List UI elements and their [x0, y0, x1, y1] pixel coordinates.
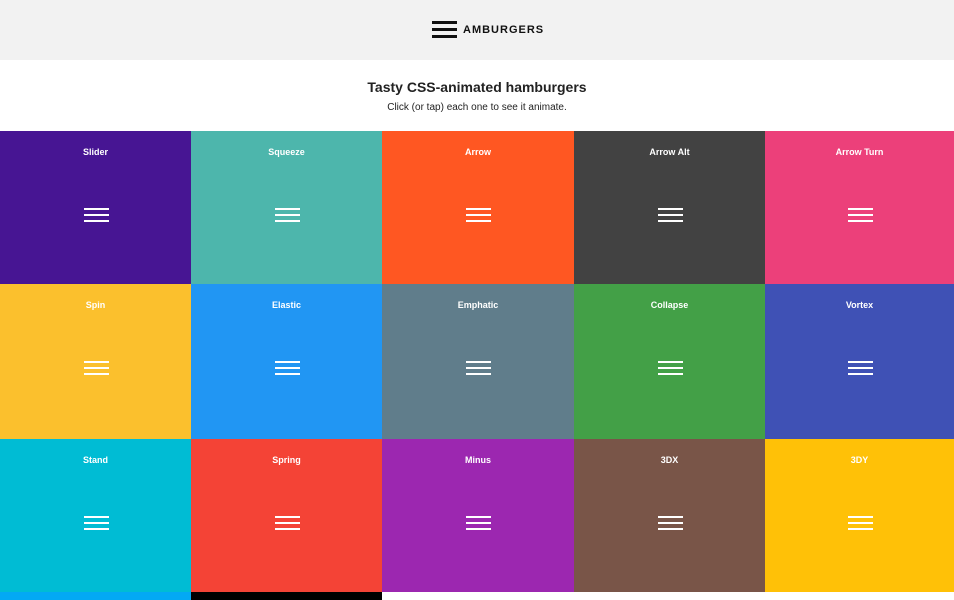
tile-label: 3DX: [660, 455, 679, 465]
tile-label: Collapse: [650, 300, 689, 310]
hamburger-icon[interactable]: [83, 208, 109, 223]
hamburger-tile-squeeze[interactable]: Squeeze: [191, 131, 382, 284]
hamburger-icon[interactable]: [847, 208, 873, 223]
page-subtitle: Click (or tap) each one to see it animat…: [387, 102, 567, 113]
hamburger-icon[interactable]: [466, 208, 491, 223]
tile-label: Squeeze: [268, 147, 305, 157]
hamburger-tile-3dx[interactable]: 3DX: [574, 439, 765, 592]
hamburger-tile-arrow-turn[interactable]: Arrow Turn: [765, 131, 954, 284]
hamburger-icon[interactable]: [83, 516, 109, 531]
tile-label: 3DY: [850, 455, 869, 465]
hamburger-icon[interactable]: [466, 516, 491, 531]
logo-text: AMBURGERS: [463, 23, 545, 36]
hamburger-tile-minus[interactable]: Minus: [382, 439, 574, 592]
top-bar: AMBURGERS: [0, 0, 954, 60]
hamburger-icon[interactable]: [274, 516, 300, 531]
hamburger-tile-partial[interactable]: [191, 592, 382, 600]
hamburger-icon[interactable]: [847, 361, 873, 376]
hamburger-icon[interactable]: [274, 361, 300, 376]
hamburger-tile-collapse[interactable]: Collapse: [574, 284, 765, 439]
hamburger-tile-slider[interactable]: Slider: [0, 131, 191, 284]
hamburger-icon[interactable]: [657, 516, 683, 531]
tile-label: Elastic: [271, 300, 302, 310]
hamburger-tile-spin[interactable]: Spin: [0, 284, 191, 439]
tile-label: Spin: [85, 300, 106, 310]
hamburger-tile-vortex[interactable]: Vortex: [765, 284, 954, 439]
hamburger-tile-3dy[interactable]: 3DY: [765, 439, 954, 592]
hamburger-icon[interactable]: [466, 361, 491, 376]
hamburger-icon[interactable]: [274, 208, 300, 223]
hamburger-tile-emphatic[interactable]: Emphatic: [382, 284, 574, 439]
hamburger-icon[interactable]: [847, 516, 873, 531]
tile-label: Arrow Turn: [835, 147, 884, 157]
hamburger-tile-spring[interactable]: Spring: [191, 439, 382, 592]
hamburger-icon: [432, 21, 457, 38]
hamburger-tile-arrow[interactable]: Arrow: [382, 131, 574, 284]
hamburger-grid: Slider Squeeze Arrow Arrow Alt Arrow Turn Spi…: [0, 131, 954, 600]
tile-label: Arrow Alt: [649, 147, 690, 157]
tile-label: Vortex: [845, 300, 874, 310]
tile-label: Emphatic: [457, 300, 499, 310]
hamburger-tile-partial[interactable]: [0, 592, 191, 600]
tile-label: Minus: [465, 455, 491, 465]
page-title: Tasty CSS-animated hamburgers: [367, 79, 587, 95]
hamburger-icon[interactable]: [657, 208, 683, 223]
tile-label: Spring: [272, 455, 301, 465]
hamburger-tile-elastic[interactable]: Elastic: [191, 284, 382, 439]
hamburger-tile-arrow-alt[interactable]: Arrow Alt: [574, 131, 765, 284]
intro-section: Tasty CSS-animated hamburgers Click (or …: [0, 60, 954, 131]
hamburger-tile-stand[interactable]: Stand: [0, 439, 191, 592]
hamburger-icon[interactable]: [657, 361, 683, 376]
tile-label: Arrow: [464, 147, 491, 157]
site-logo[interactable]: AMBURGERS: [432, 21, 544, 38]
tile-label: Stand: [82, 455, 108, 465]
tile-label: Slider: [82, 147, 108, 157]
hamburger-icon[interactable]: [83, 361, 109, 376]
